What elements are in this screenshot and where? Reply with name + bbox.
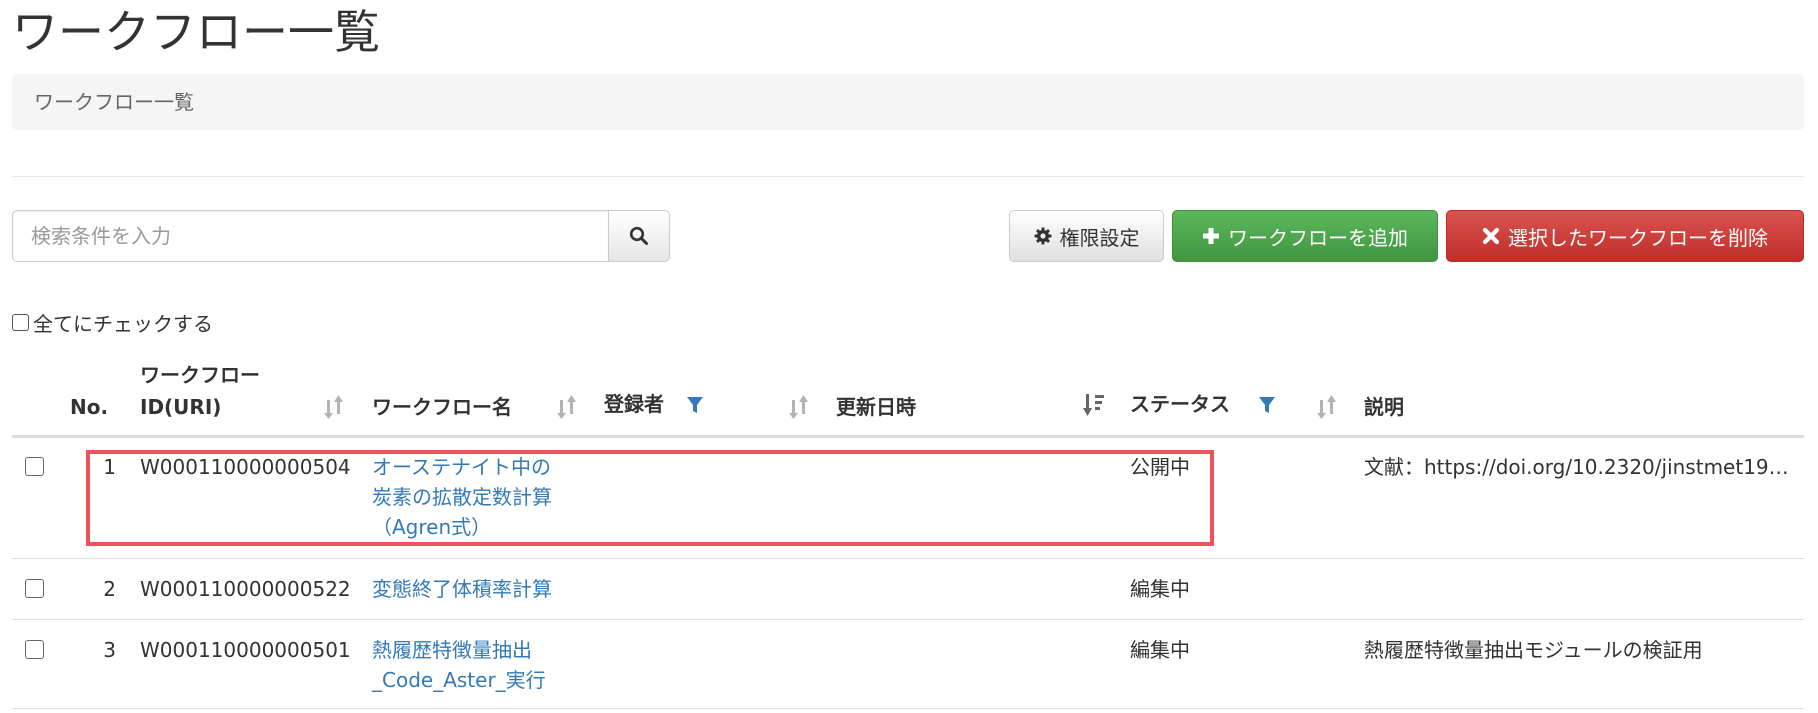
check-all[interactable]: 全てにチェックする [12,308,213,336]
column-header-updated: 更新日時 [836,395,916,419]
row-divider [12,558,1804,559]
add-workflow-label: ワークフローを追加 [1228,225,1408,250]
sort-icon[interactable] [323,394,347,420]
workflow-description: 文献：https://doi.org/10.2320/jinstmet19… [1364,455,1789,479]
sort-desc-icon[interactable] [1082,392,1106,418]
row-number: 3 [103,638,116,662]
gear-icon [1034,227,1052,245]
check-all-checkbox[interactable] [12,313,29,331]
page-title: ワークフロー一覧 [12,5,380,59]
row-number: 2 [103,577,116,601]
workflow-name-link[interactable]: _Code_Aster_実行 [372,665,546,695]
search-group [12,210,670,262]
search-icon [629,226,649,246]
filter-icon[interactable] [686,396,704,414]
column-header-id-line1: ワークフロー [140,363,260,387]
filter-icon[interactable] [1258,396,1276,414]
workflow-name-link[interactable]: 熱履歴特徴量抽出 [372,635,532,665]
column-header-no: No. [70,395,109,419]
workflow-name-link[interactable]: 変態終了体積率計算 [372,574,552,604]
workflow-status: 編集中 [1130,638,1190,662]
row-checkbox[interactable] [25,579,44,598]
row-checkbox[interactable] [25,640,44,659]
breadcrumb: ワークフロー一覧 [12,74,1804,130]
workflow-name-link[interactable]: （Agren式） [372,512,491,542]
workflow-id: W000110000000504 [140,455,351,479]
delete-selected-button[interactable]: 選択したワークフローを削除 [1446,210,1804,262]
column-header-status: ステータス [1130,392,1230,416]
permission-settings-label: 権限設定 [1059,225,1140,250]
column-header-description: 説明 [1364,395,1404,419]
table-header-divider [12,435,1804,438]
search-button[interactable] [608,210,670,262]
workflow-id: W000110000000501 [140,638,351,662]
row-checkbox[interactable] [25,457,44,476]
close-icon [1482,227,1500,245]
check-all-label: 全てにチェックする [33,311,213,336]
row-number: 1 [103,455,116,479]
row-divider [12,708,1804,709]
sort-icon[interactable] [556,394,580,420]
sort-icon[interactable] [788,394,812,420]
delete-selected-label: 選択したワークフローを削除 [1508,225,1768,250]
workflow-status: 編集中 [1130,577,1190,601]
breadcrumb-item: ワークフロー一覧 [34,90,194,114]
column-header-registrant: 登録者 [604,392,664,416]
workflow-id: W000110000000522 [140,577,351,601]
row-divider [12,619,1804,620]
divider [12,176,1804,177]
search-input[interactable] [12,210,608,262]
workflow-name-link[interactable]: オーステナイト中の [372,452,551,482]
add-workflow-button[interactable]: ワークフローを追加 [1172,210,1438,262]
sort-icon[interactable] [1316,394,1340,420]
column-header-name: ワークフロー名 [372,395,512,419]
workflow-description: 熱履歴特徴量抽出モジュールの検証用 [1364,638,1703,662]
permission-settings-button[interactable]: 権限設定 [1009,210,1164,262]
column-header-id-line2: ID(URI) [140,395,222,419]
workflow-name-link[interactable]: 炭素の拡散定数計算 [372,482,552,512]
plus-icon [1202,227,1220,245]
workflow-status: 公開中 [1130,455,1190,479]
